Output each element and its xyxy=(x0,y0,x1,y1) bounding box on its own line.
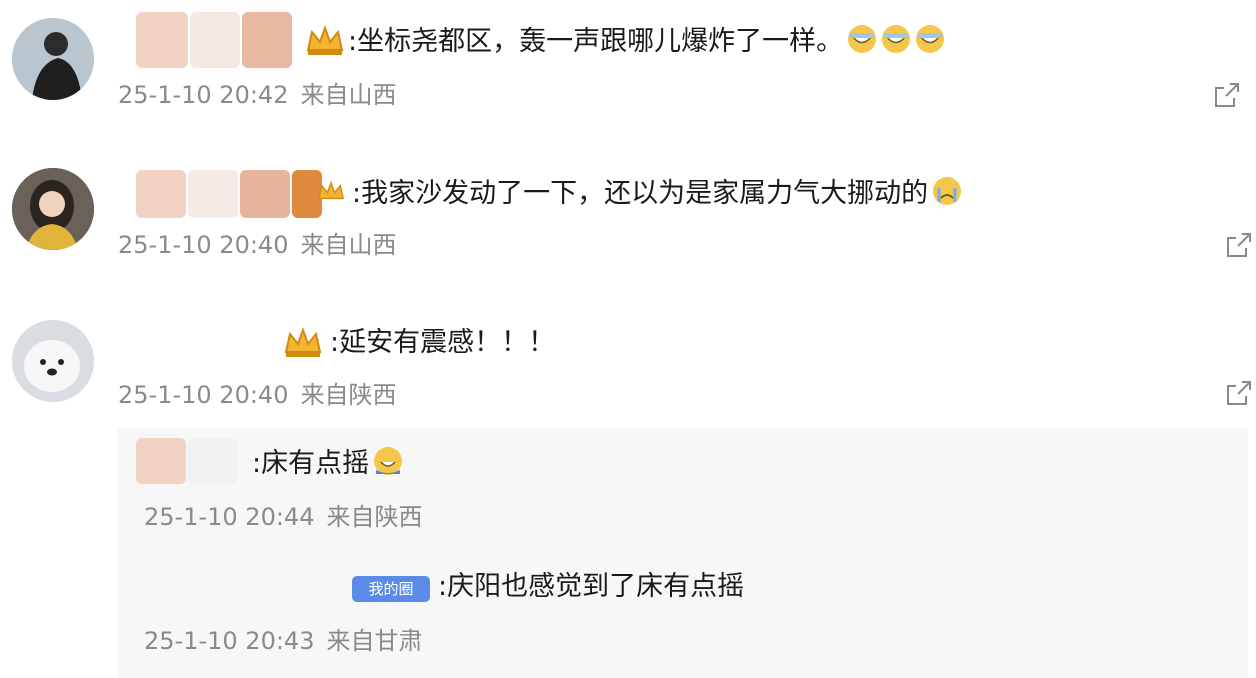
comment-text: :延安有震感！！！ xyxy=(330,327,556,358)
share-icon[interactable] xyxy=(1212,80,1242,110)
comment-text-content: :坐标尧都区，轰一声跟哪儿爆炸了一样。 xyxy=(348,26,844,57)
laugh-cry-emoji-icon xyxy=(916,25,945,53)
laugh-cry-emoji-icon xyxy=(848,25,877,53)
avatar[interactable] xyxy=(12,168,94,250)
blurred-username xyxy=(242,12,292,68)
reply-text: :床有点摇 xyxy=(252,446,403,481)
share-icon[interactable] xyxy=(1224,378,1254,408)
comment-meta: 25-1-10 20:40 来自陕西 xyxy=(118,380,396,410)
reply-date: 25-1-10 20:43 xyxy=(144,627,315,655)
reply-date: 25-1-10 20:44 xyxy=(144,503,315,531)
avatar-photo xyxy=(12,18,94,100)
crying-emoji-icon xyxy=(933,177,962,205)
crown-badge-icon xyxy=(317,180,345,200)
laugh-cry-emoji-icon xyxy=(882,25,911,53)
blurred-username xyxy=(136,170,186,218)
blurred-username xyxy=(188,438,238,484)
reply-location: 来自陕西 xyxy=(326,503,423,531)
avatar[interactable] xyxy=(12,18,94,100)
blurred-username xyxy=(136,12,188,68)
comment-date: 25-1-10 20:40 xyxy=(118,381,289,409)
badge-label: 我的圈 xyxy=(368,580,414,598)
blurred-username xyxy=(240,170,290,218)
reply-location: 来自甘肃 xyxy=(326,627,423,655)
comment-date: 25-1-10 20:40 xyxy=(118,231,289,259)
comment-location: 来自陕西 xyxy=(300,381,397,409)
blurred-username xyxy=(190,12,240,68)
comment-meta: 25-1-10 20:42 来自山西 xyxy=(118,80,396,110)
crown-badge-icon xyxy=(306,25,344,55)
comment-location: 来自山西 xyxy=(300,81,397,109)
reply-meta: 25-1-10 20:44 来自陕西 xyxy=(144,502,422,532)
comment-meta: 25-1-10 20:40 来自山西 xyxy=(118,230,396,260)
crown-badge-icon xyxy=(284,327,322,357)
avatar[interactable] xyxy=(12,320,94,402)
comment-text: :我家沙发动了一下，还以为是家属力气大挪动的 xyxy=(352,176,962,211)
share-icon[interactable] xyxy=(1224,230,1254,260)
blurred-username xyxy=(136,438,186,484)
comment-text-content: :我家沙发动了一下，还以为是家属力气大挪动的 xyxy=(352,178,929,209)
user-badge: 我的圈 xyxy=(352,576,430,602)
reply-text-content: :床有点摇 xyxy=(252,448,370,479)
reply-text: :庆阳也感觉到了床有点摇 xyxy=(438,571,745,602)
blurred-username xyxy=(188,170,238,218)
avatar-photo xyxy=(12,168,94,250)
sweat-emoji-icon xyxy=(374,447,403,475)
comment-text: :坐标尧都区，轰一声跟哪儿爆炸了一样。 xyxy=(348,24,945,59)
comment-location: 来自山西 xyxy=(300,231,397,259)
avatar-photo xyxy=(12,320,94,402)
reply-meta: 25-1-10 20:43 来自甘肃 xyxy=(144,626,422,656)
comment-date: 25-1-10 20:42 xyxy=(118,81,289,109)
